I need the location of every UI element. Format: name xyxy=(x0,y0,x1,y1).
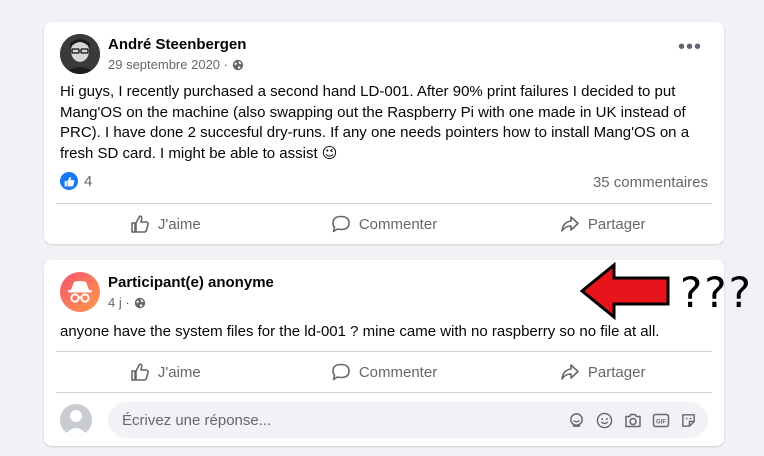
globe-icon xyxy=(232,59,244,70)
anonymous-avatar[interactable] xyxy=(60,272,100,312)
red-arrow-annotation xyxy=(580,262,670,320)
divider xyxy=(56,392,712,393)
share-button[interactable]: Partager xyxy=(493,352,712,392)
post-card: André Steenbergen 29 septembre 2020 · ••… xyxy=(44,22,724,244)
comment-button[interactable]: Commenter xyxy=(275,204,494,244)
like-reaction-icon xyxy=(60,172,78,190)
globe-icon xyxy=(134,297,145,308)
author-avatar[interactable] xyxy=(60,34,100,74)
post-date[interactable]: 4 j · xyxy=(108,295,130,310)
share-label: Partager xyxy=(587,363,646,381)
question-marks-annotation: ??? xyxy=(680,268,753,317)
like-label: J'aime xyxy=(157,363,201,381)
reply-tools: GIF xyxy=(567,411,698,430)
reply-box: GIF xyxy=(108,402,708,438)
current-user-avatar[interactable] xyxy=(60,404,92,436)
reply-composer: GIF xyxy=(60,402,708,438)
thumbs-up-icon xyxy=(131,215,149,233)
share-icon xyxy=(561,216,579,232)
post-actions: J'aime Commenter Partager xyxy=(56,352,712,392)
like-button[interactable]: J'aime xyxy=(56,352,275,392)
comment-icon xyxy=(332,363,350,381)
reactions-summary[interactable]: 4 xyxy=(60,172,92,190)
share-label: Partager xyxy=(587,215,646,233)
camera-icon[interactable] xyxy=(623,411,642,430)
incognito-icon xyxy=(68,281,92,303)
share-button[interactable]: Partager xyxy=(493,204,712,244)
post-body: anyone have the system files for the ld-… xyxy=(60,323,660,340)
share-icon xyxy=(561,364,579,380)
reactions-count: 4 xyxy=(84,172,93,190)
comment-button[interactable]: Commenter xyxy=(275,352,494,392)
author-photo xyxy=(60,34,100,74)
comment-icon xyxy=(332,215,350,233)
post-date[interactable]: 29 septembre 2020 · xyxy=(108,57,228,72)
thumbs-up-icon xyxy=(131,363,149,381)
wink-emoji: 😉 xyxy=(321,144,338,162)
gif-icon[interactable]: GIF xyxy=(651,411,670,430)
emoji-icon[interactable] xyxy=(595,411,614,430)
svg-text:GIF: GIF xyxy=(656,419,666,425)
comments-count[interactable]: 35 commentaires xyxy=(593,174,708,191)
post-text: Hi guys, I recently purchased a second h… xyxy=(60,83,690,162)
comment-label: Commenter xyxy=(358,363,438,381)
author-name[interactable]: Participant(e) anonyme xyxy=(108,274,274,291)
sticker-icon[interactable] xyxy=(679,411,698,430)
more-options-icon[interactable]: ••• xyxy=(678,37,702,57)
author-name[interactable]: André Steenbergen xyxy=(108,36,246,53)
comment-label: Commenter xyxy=(358,215,438,233)
like-label: J'aime xyxy=(157,215,201,233)
post-meta: 29 septembre 2020 · xyxy=(108,57,244,72)
like-button[interactable]: J'aime xyxy=(56,204,275,244)
reply-input[interactable] xyxy=(120,410,567,430)
post-meta: 4 j · xyxy=(108,295,146,310)
avatar-sticker-icon[interactable] xyxy=(567,411,586,430)
post-actions: J'aime Commenter Partager xyxy=(56,204,712,244)
post-body: Hi guys, I recently purchased a second h… xyxy=(60,82,712,164)
default-user-icon xyxy=(64,410,88,436)
